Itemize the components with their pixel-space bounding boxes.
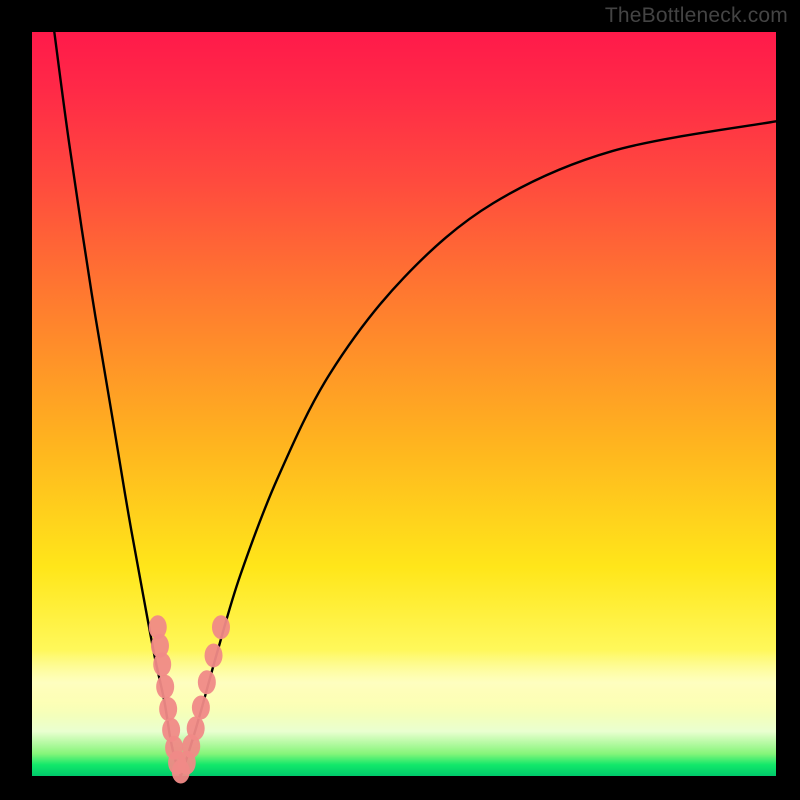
right-marker bbox=[187, 716, 205, 740]
plot-area bbox=[32, 32, 776, 776]
left-marker bbox=[153, 652, 171, 676]
left-marker bbox=[159, 697, 177, 721]
marker-layer bbox=[149, 615, 230, 783]
right-marker bbox=[198, 670, 216, 694]
watermark-label: TheBottleneck.com bbox=[605, 4, 788, 28]
curve-right-curve bbox=[181, 121, 776, 776]
left-marker bbox=[156, 675, 174, 699]
right-marker bbox=[192, 696, 210, 720]
figure-canvas: TheBottleneck.com bbox=[0, 0, 800, 800]
curves-svg bbox=[32, 32, 776, 776]
right-marker bbox=[205, 643, 223, 667]
right-marker bbox=[212, 615, 230, 639]
